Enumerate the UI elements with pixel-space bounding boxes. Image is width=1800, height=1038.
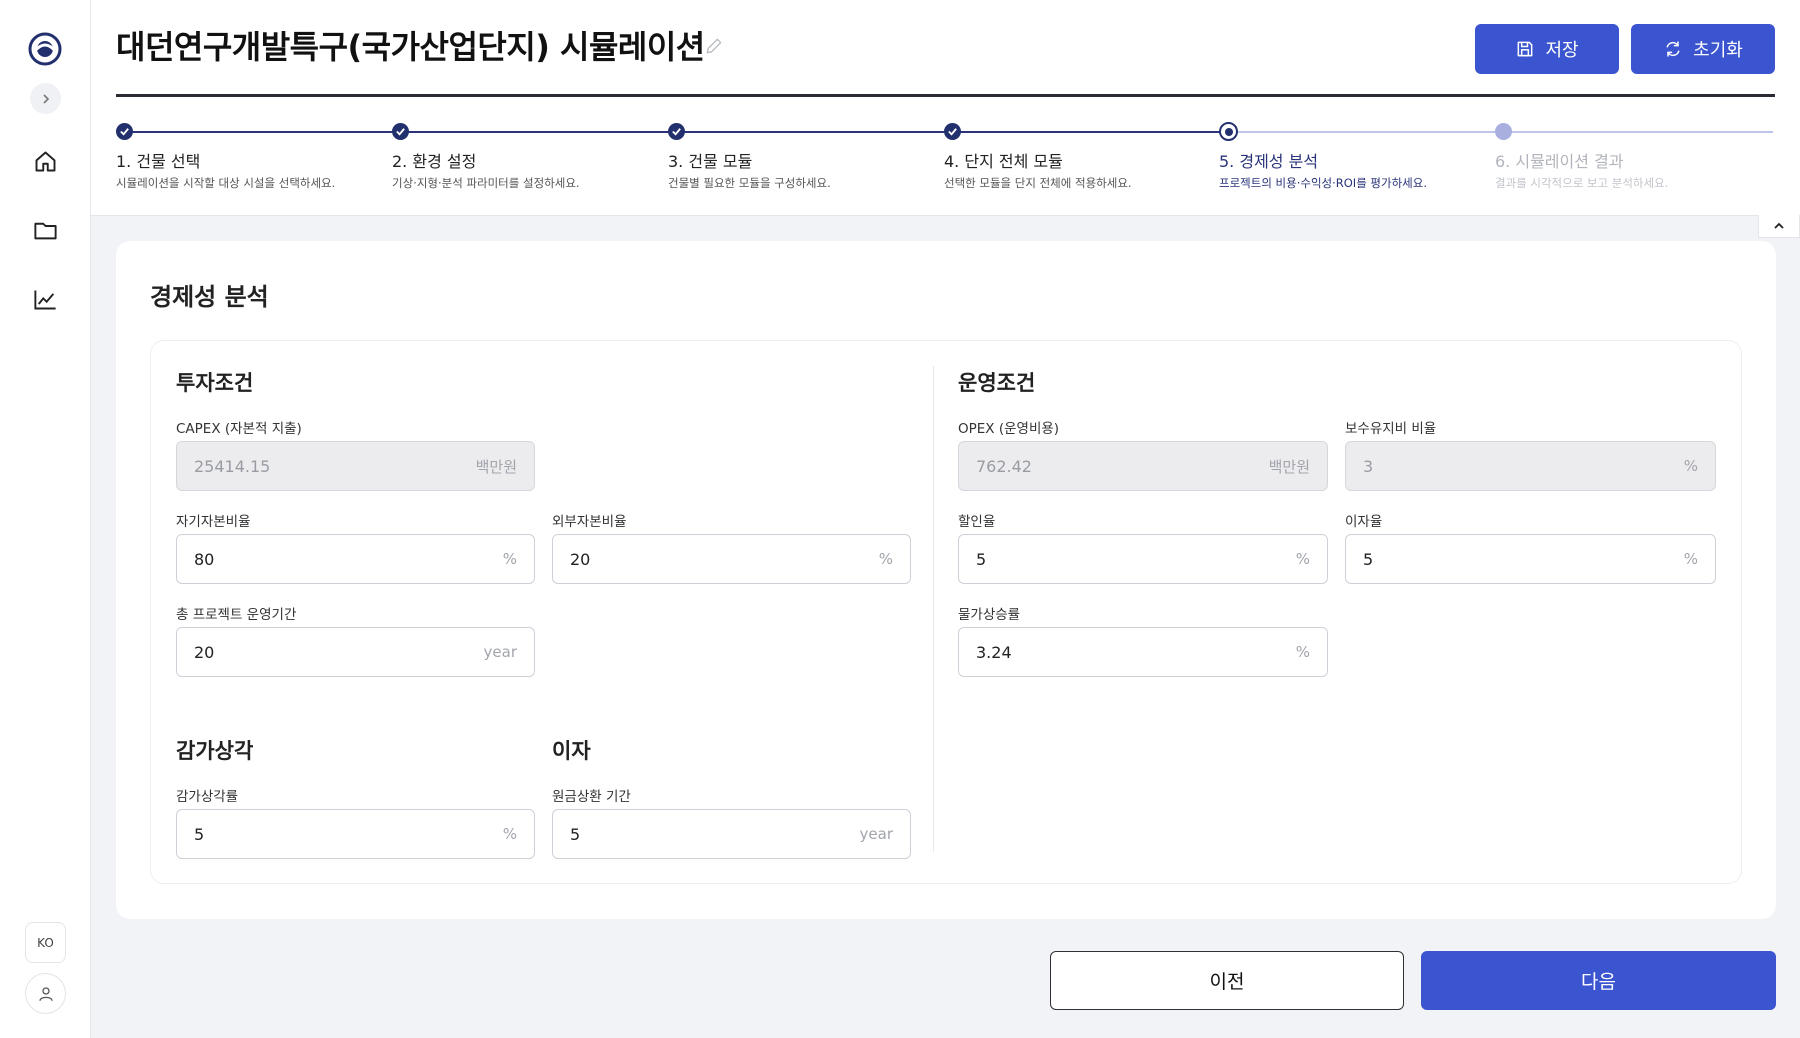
current-step-icon — [1219, 122, 1238, 141]
step-title: 5. 경제성 분석 — [1219, 152, 1319, 171]
maintenance-ratio-unit: % — [1683, 457, 1698, 475]
title-divider — [116, 94, 1775, 97]
step-desc: 선택한 모듈을 단지 전체에 적용하세요. — [944, 176, 1132, 190]
check-icon — [392, 123, 409, 140]
check-icon — [944, 123, 961, 140]
discount-rate-unit: % — [1295, 550, 1310, 568]
capex-label: CAPEX (자본적 지출) — [176, 421, 302, 437]
inflation-rate-unit: % — [1295, 643, 1310, 661]
depreciation-rate-value: 5 — [194, 824, 205, 844]
repayment-period-input[interactable]: 5 year — [552, 809, 911, 859]
sidebar-item-home[interactable] — [32, 148, 59, 175]
capex-value: 25414.15 — [194, 456, 271, 476]
equity-ratio-label: 자기자본비율 — [176, 514, 251, 530]
inflation-rate-label: 물가상승률 — [958, 607, 1021, 623]
step-title: 6. 시뮬레이션 결과 — [1495, 152, 1624, 171]
step-title: 4. 단지 전체 모듈 — [944, 152, 1063, 171]
depreciation-rate-label: 감가상각률 — [176, 789, 239, 805]
sidebar-item-analytics[interactable] — [32, 286, 59, 313]
app-logo[interactable] — [28, 32, 62, 66]
investment-title: 투자조건 — [176, 371, 254, 395]
discount-rate-input[interactable]: 5 % — [958, 534, 1328, 584]
save-button[interactable]: 저장 — [1475, 24, 1619, 74]
depreciation-rate-input[interactable]: 5 % — [176, 809, 535, 859]
opex-unit: 백만원 — [1268, 457, 1310, 476]
conditions-panel: 투자조건 CAPEX (자본적 지출) 25414.15 백만원 자기자본비율 … — [150, 340, 1742, 884]
economic-analysis-card: 경제성 분석 투자조건 CAPEX (자본적 지출) 25414.15 백만원 … — [116, 241, 1776, 919]
home-icon — [35, 151, 56, 172]
edit-title-button[interactable] — [704, 36, 724, 56]
previous-button[interactable]: 이전 — [1050, 951, 1404, 1010]
depreciation-title: 감가상각 — [176, 739, 254, 763]
equity-ratio-value: 80 — [194, 549, 215, 569]
page-title: 대던연구개발특구(국가산업단지) 시뮬레이션 — [116, 28, 705, 66]
debt-ratio-label: 외부자본비율 — [552, 514, 627, 530]
repayment-period-value: 5 — [570, 824, 581, 844]
column-divider — [933, 366, 934, 852]
debt-ratio-value: 20 — [570, 549, 591, 569]
chevron-up-icon — [1774, 222, 1784, 229]
reset-button[interactable]: 초기화 — [1631, 24, 1775, 74]
maintenance-ratio-value: 3 — [1363, 456, 1374, 476]
opex-value: 762.42 — [976, 456, 1032, 476]
repayment-period-unit: year — [859, 825, 893, 843]
operation-title: 운영조건 — [958, 371, 1036, 395]
check-icon — [668, 123, 685, 140]
user-profile-button[interactable] — [25, 973, 66, 1014]
reset-button-label: 초기화 — [1693, 40, 1743, 60]
step-title: 1. 건물 선택 — [116, 152, 201, 171]
page-header: 대던연구개발특구(국가산업단지) 시뮬레이션 저장 초기화 1. 건물 선택 시… — [91, 0, 1800, 216]
debt-ratio-unit: % — [878, 550, 893, 568]
collapse-header-button[interactable] — [1758, 215, 1800, 238]
sidebar-item-folder[interactable] — [32, 217, 59, 244]
pencil-icon — [706, 38, 722, 54]
interest-rate-label: 이자율 — [1345, 514, 1383, 530]
folder-icon — [34, 222, 57, 240]
inflation-rate-value: 3.24 — [976, 642, 1012, 662]
debt-ratio-input[interactable]: 20 % — [552, 534, 911, 584]
maintenance-ratio-field: 3 % — [1345, 441, 1716, 491]
inflation-rate-input[interactable]: 3.24 % — [958, 627, 1328, 677]
user-icon — [38, 986, 53, 1001]
progress-stepper: 1. 건물 선택 시뮬레이션을 시작할 대상 시설을 선택하세요. 2. 환경 … — [116, 120, 1775, 200]
capex-unit: 백만원 — [475, 457, 517, 476]
save-icon — [1518, 41, 1533, 57]
equity-ratio-unit: % — [502, 550, 517, 568]
step-desc: 건물별 필요한 모듈을 구성하세요. — [668, 176, 831, 190]
language-button[interactable]: KO — [25, 922, 66, 963]
repayment-period-label: 원금상환 기간 — [552, 789, 631, 805]
expand-sidebar-button[interactable] — [30, 83, 61, 114]
equity-ratio-input[interactable]: 80 % — [176, 534, 535, 584]
step-desc: 시뮬레이션을 시작할 대상 시설을 선택하세요. — [116, 176, 336, 190]
interest-rate-input[interactable]: 5 % — [1345, 534, 1716, 584]
upcoming-step-icon — [1495, 123, 1512, 140]
sidebar: KO — [0, 0, 91, 1038]
project-period-input[interactable]: 20 year — [176, 627, 535, 677]
depreciation-rate-unit: % — [502, 825, 517, 843]
opex-label: OPEX (운영비용) — [958, 421, 1060, 437]
refresh-icon — [1666, 41, 1680, 57]
section-title: 경제성 분석 — [150, 283, 269, 311]
capex-field: 25414.15 백만원 — [176, 441, 535, 491]
maintenance-ratio-label: 보수유지비 비율 — [1345, 421, 1437, 437]
discount-rate-value: 5 — [976, 549, 987, 569]
next-button[interactable]: 다음 — [1421, 951, 1776, 1010]
step-title: 3. 건물 모듈 — [668, 152, 753, 171]
project-period-label: 총 프로젝트 운영기간 — [176, 607, 297, 623]
opex-field: 762.42 백만원 — [958, 441, 1328, 491]
save-button-label: 저장 — [1545, 40, 1579, 60]
check-icon — [116, 123, 133, 140]
discount-rate-label: 할인율 — [958, 514, 996, 530]
chevron-right-icon — [42, 93, 49, 104]
chart-line-icon — [34, 290, 56, 310]
step-desc: 프로젝트의 비용·수익성·ROI를 평가하세요. — [1219, 176, 1427, 190]
interest-rate-unit: % — [1683, 550, 1698, 568]
project-period-value: 20 — [194, 642, 215, 662]
interest-rate-value: 5 — [1363, 549, 1374, 569]
step-title: 2. 환경 설정 — [392, 152, 477, 171]
interest-section-title: 이자 — [552, 739, 591, 763]
project-period-unit: year — [483, 643, 517, 661]
step-desc: 기상·지형·분석 파라미터를 설정하세요. — [392, 176, 580, 190]
step-desc: 결과를 시각적으로 보고 분석하세요. — [1495, 176, 1669, 190]
